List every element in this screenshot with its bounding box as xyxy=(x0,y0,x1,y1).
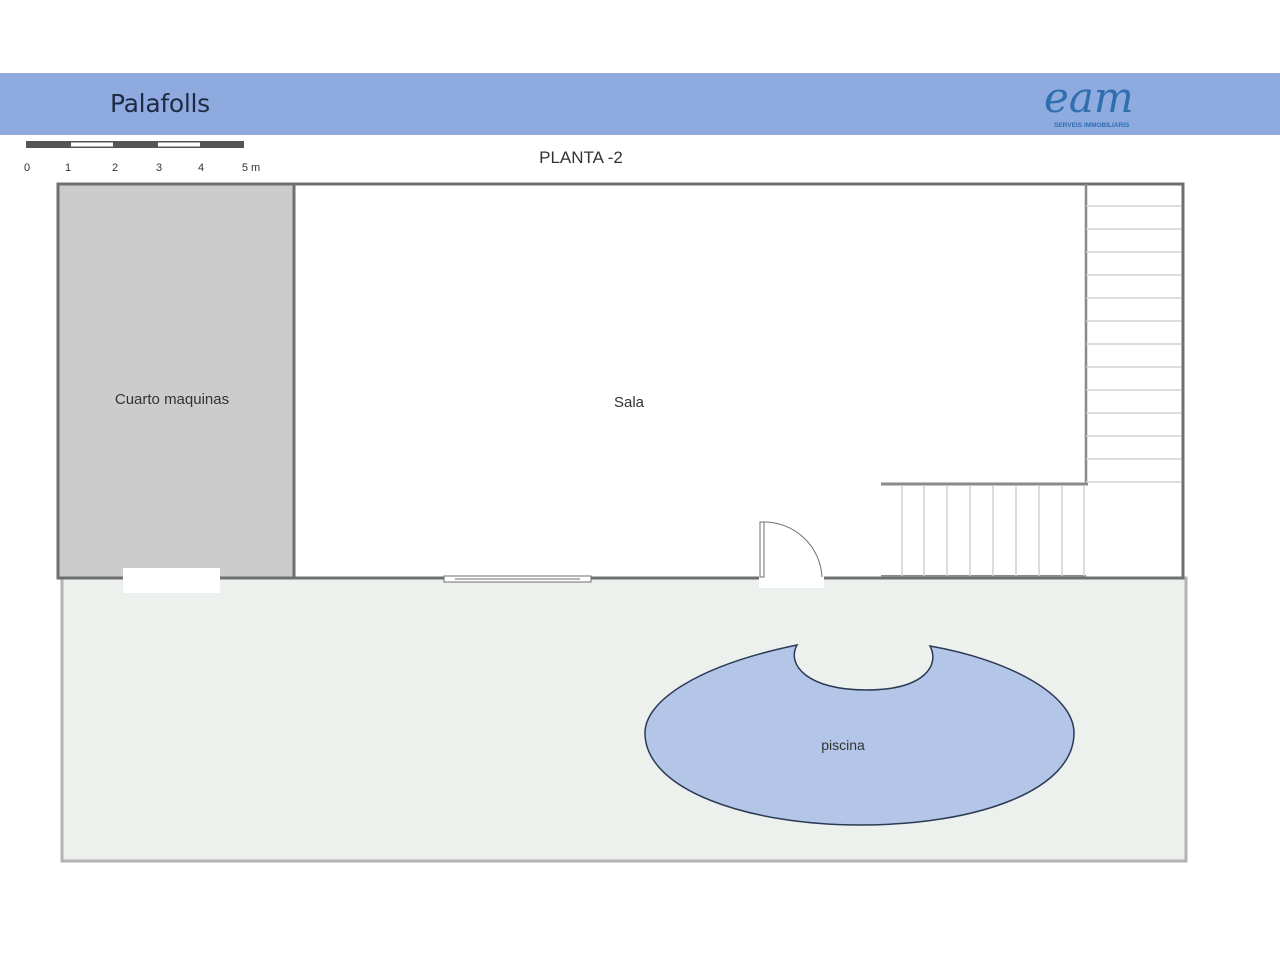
floor-label: PLANTA -2 xyxy=(539,148,623,167)
scale-label: 3 xyxy=(156,162,162,174)
scale-label: 5 m xyxy=(242,162,260,174)
scale-label: 4 xyxy=(198,162,204,174)
door-opening xyxy=(759,574,824,588)
scale-label: 0 xyxy=(24,162,30,174)
floor-plan-page: Palafolls eam SERVEIS IMMOBILIARIS 0 1 2… xyxy=(0,0,1280,960)
pool-label: piscina xyxy=(821,737,865,753)
scale-bar-segment xyxy=(71,142,113,147)
machine-room-label: Cuarto maquinas xyxy=(115,391,229,408)
machine-room-opening xyxy=(123,568,220,593)
living-room-label: Sala xyxy=(614,394,645,411)
sliding-window xyxy=(443,575,592,583)
scale-bar: 0 1 2 3 4 5 m xyxy=(24,141,260,174)
floor-plan-drawing: 0 1 2 3 4 5 m PLANTA -2 Cuarto maquinas … xyxy=(24,141,1188,863)
scale-bar-body xyxy=(26,141,244,148)
scale-label: 2 xyxy=(112,162,118,174)
door-leaf xyxy=(759,521,765,578)
scale-label: 1 xyxy=(65,162,71,174)
living-room xyxy=(292,182,1185,580)
scale-bar-segment xyxy=(158,142,200,147)
machine-room xyxy=(56,182,296,580)
